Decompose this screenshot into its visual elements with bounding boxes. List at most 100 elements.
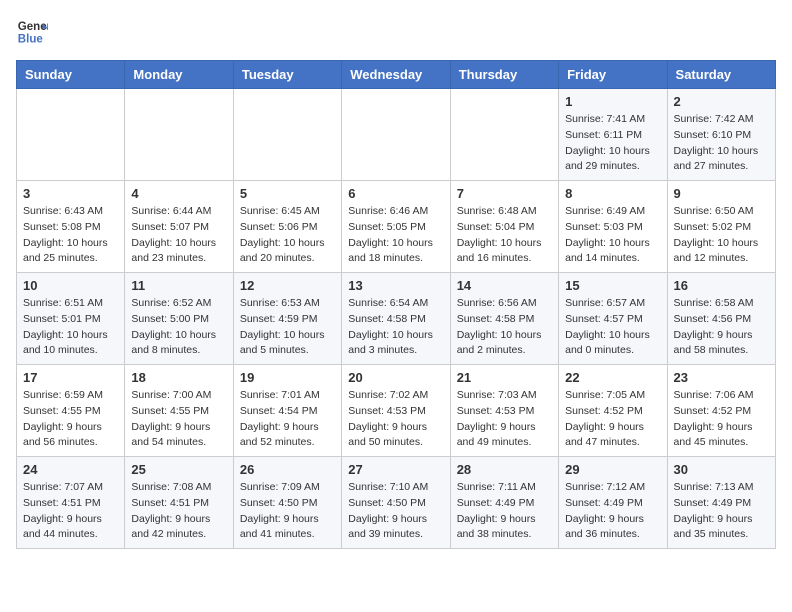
day-info: Sunrise: 7:03 AMSunset: 4:53 PMDaylight:… (457, 388, 552, 451)
weekday-header-tuesday: Tuesday (233, 61, 341, 89)
day-info: Sunrise: 6:51 AMSunset: 5:01 PMDaylight:… (23, 296, 118, 359)
day-number: 19 (240, 370, 335, 385)
day-info: Sunrise: 7:08 AMSunset: 4:51 PMDaylight:… (131, 480, 226, 543)
day-number: 27 (348, 462, 443, 477)
weekday-header-monday: Monday (125, 61, 233, 89)
day-number: 16 (674, 278, 769, 293)
day-number: 20 (348, 370, 443, 385)
day-number: 4 (131, 186, 226, 201)
day-number: 7 (457, 186, 552, 201)
day-number: 23 (674, 370, 769, 385)
day-number: 10 (23, 278, 118, 293)
day-number: 18 (131, 370, 226, 385)
day-number: 6 (348, 186, 443, 201)
day-number: 25 (131, 462, 226, 477)
calendar-cell: 19 Sunrise: 7:01 AMSunset: 4:54 PMDayligh… (233, 365, 341, 457)
day-info: Sunrise: 6:54 AMSunset: 4:58 PMDaylight:… (348, 296, 443, 359)
day-number: 30 (674, 462, 769, 477)
day-info: Sunrise: 6:56 AMSunset: 4:58 PMDaylight:… (457, 296, 552, 359)
calendar-cell: 23 Sunrise: 7:06 AMSunset: 4:52 PMDayligh… (667, 365, 775, 457)
weekday-header-friday: Friday (559, 61, 667, 89)
day-info: Sunrise: 7:00 AMSunset: 4:55 PMDaylight:… (131, 388, 226, 451)
day-number: 28 (457, 462, 552, 477)
day-number: 22 (565, 370, 660, 385)
day-info: Sunrise: 6:52 AMSunset: 5:00 PMDaylight:… (131, 296, 226, 359)
calendar-cell: 13 Sunrise: 6:54 AMSunset: 4:58 PMDayligh… (342, 273, 450, 365)
calendar-cell: 24Sunrise: 7:07 AMSunset: 4:51 PMDayligh… (17, 457, 125, 549)
week-row-4: 17Sunrise: 6:59 AMSunset: 4:55 PMDayligh… (17, 365, 776, 457)
weekday-header-sunday: Sunday (17, 61, 125, 89)
day-number: 3 (23, 186, 118, 201)
day-info: Sunrise: 7:13 AMSunset: 4:49 PMDaylight:… (674, 480, 769, 543)
calendar-cell (342, 89, 450, 181)
day-info: Sunrise: 7:07 AMSunset: 4:51 PMDaylight:… (23, 480, 118, 543)
calendar-cell: 6 Sunrise: 6:46 AMSunset: 5:05 PMDaylight… (342, 181, 450, 273)
calendar-cell: 8Sunrise: 6:49 AMSunset: 5:03 PMDaylight… (559, 181, 667, 273)
day-info: Sunrise: 6:53 AMSunset: 4:59 PMDaylight:… (240, 296, 335, 359)
calendar-cell: 9Sunrise: 6:50 AMSunset: 5:02 PMDaylight… (667, 181, 775, 273)
week-row-1: 1 Sunrise: 7:41 AMSunset: 6:11 PMDaylight… (17, 89, 776, 181)
day-number: 26 (240, 462, 335, 477)
week-row-3: 10 Sunrise: 6:51 AMSunset: 5:01 PMDayligh… (17, 273, 776, 365)
day-info: Sunrise: 7:10 AMSunset: 4:50 PMDaylight:… (348, 480, 443, 543)
calendar-cell (233, 89, 341, 181)
calendar-cell: 10 Sunrise: 6:51 AMSunset: 5:01 PMDayligh… (17, 273, 125, 365)
calendar-cell: 22 Sunrise: 7:05 AMSunset: 4:52 PMDayligh… (559, 365, 667, 457)
day-info: Sunrise: 7:05 AMSunset: 4:52 PMDaylight:… (565, 388, 660, 451)
calendar-cell: 29 Sunrise: 7:12 AMSunset: 4:49 PMDayligh… (559, 457, 667, 549)
day-number: 29 (565, 462, 660, 477)
calendar-cell: 2 Sunrise: 7:42 AMSunset: 6:10 PMDaylight… (667, 89, 775, 181)
header: General Blue (16, 16, 776, 48)
day-info: Sunrise: 7:02 AMSunset: 4:53 PMDaylight:… (348, 388, 443, 451)
calendar-cell: 20 Sunrise: 7:02 AMSunset: 4:53 PMDayligh… (342, 365, 450, 457)
day-info: Sunrise: 6:43 AMSunset: 5:08 PMDaylight:… (23, 204, 118, 267)
calendar-cell: 3 Sunrise: 6:43 AMSunset: 5:08 PMDaylight… (17, 181, 125, 273)
svg-text:Blue: Blue (18, 34, 44, 46)
day-number: 14 (457, 278, 552, 293)
day-info: Sunrise: 7:12 AMSunset: 4:49 PMDaylight:… (565, 480, 660, 543)
day-number: 13 (348, 278, 443, 293)
logo-icon: General Blue (16, 16, 48, 48)
calendar-cell: 18 Sunrise: 7:00 AMSunset: 4:55 PMDayligh… (125, 365, 233, 457)
calendar-cell: 16 Sunrise: 6:58 AMSunset: 4:56 PMDayligh… (667, 273, 775, 365)
calendar-table: SundayMondayTuesdayWednesdayThursdayFrid… (16, 60, 776, 549)
day-info: Sunrise: 6:45 AMSunset: 5:06 PMDaylight:… (240, 204, 335, 267)
calendar-cell (450, 89, 558, 181)
logo: General Blue (16, 16, 48, 48)
day-number: 15 (565, 278, 660, 293)
day-info: Sunrise: 7:09 AMSunset: 4:50 PMDaylight:… (240, 480, 335, 543)
calendar-cell: 26 Sunrise: 7:09 AMSunset: 4:50 PMDayligh… (233, 457, 341, 549)
day-info: Sunrise: 6:48 AMSunset: 5:04 PMDaylight:… (457, 204, 552, 267)
day-info: Sunrise: 7:42 AMSunset: 6:10 PMDaylight:… (674, 112, 769, 175)
day-info: Sunrise: 6:57 AMSunset: 4:57 PMDaylight:… (565, 296, 660, 359)
weekday-header-wednesday: Wednesday (342, 61, 450, 89)
day-number: 8 (565, 186, 660, 201)
calendar-cell: 4Sunrise: 6:44 AMSunset: 5:07 PMDaylight… (125, 181, 233, 273)
calendar-cell (17, 89, 125, 181)
calendar-cell: 14 Sunrise: 6:56 AMSunset: 4:58 PMDayligh… (450, 273, 558, 365)
day-number: 21 (457, 370, 552, 385)
day-number: 17 (23, 370, 118, 385)
weekday-header-saturday: Saturday (667, 61, 775, 89)
day-info: Sunrise: 6:58 AMSunset: 4:56 PMDaylight:… (674, 296, 769, 359)
calendar-cell: 12 Sunrise: 6:53 AMSunset: 4:59 PMDayligh… (233, 273, 341, 365)
day-info: Sunrise: 6:46 AMSunset: 5:05 PMDaylight:… (348, 204, 443, 267)
calendar-cell: 11 Sunrise: 6:52 AMSunset: 5:00 PMDayligh… (125, 273, 233, 365)
day-number: 5 (240, 186, 335, 201)
day-number: 11 (131, 278, 226, 293)
day-number: 9 (674, 186, 769, 201)
day-info: Sunrise: 7:41 AMSunset: 6:11 PMDaylight:… (565, 112, 660, 175)
day-number: 2 (674, 94, 769, 109)
calendar-cell: 28 Sunrise: 7:11 AMSunset: 4:49 PMDayligh… (450, 457, 558, 549)
calendar-cell: 15 Sunrise: 6:57 AMSunset: 4:57 PMDayligh… (559, 273, 667, 365)
weekday-header-row: SundayMondayTuesdayWednesdayThursdayFrid… (17, 61, 776, 89)
day-info: Sunrise: 7:11 AMSunset: 4:49 PMDaylight:… (457, 480, 552, 543)
day-info: Sunrise: 7:01 AMSunset: 4:54 PMDaylight:… (240, 388, 335, 451)
day-number: 12 (240, 278, 335, 293)
weekday-header-thursday: Thursday (450, 61, 558, 89)
calendar-cell: 21 Sunrise: 7:03 AMSunset: 4:53 PMDayligh… (450, 365, 558, 457)
week-row-2: 3 Sunrise: 6:43 AMSunset: 5:08 PMDaylight… (17, 181, 776, 273)
day-number: 1 (565, 94, 660, 109)
day-info: Sunrise: 7:06 AMSunset: 4:52 PMDaylight:… (674, 388, 769, 451)
calendar-cell: 25 Sunrise: 7:08 AMSunset: 4:51 PMDayligh… (125, 457, 233, 549)
